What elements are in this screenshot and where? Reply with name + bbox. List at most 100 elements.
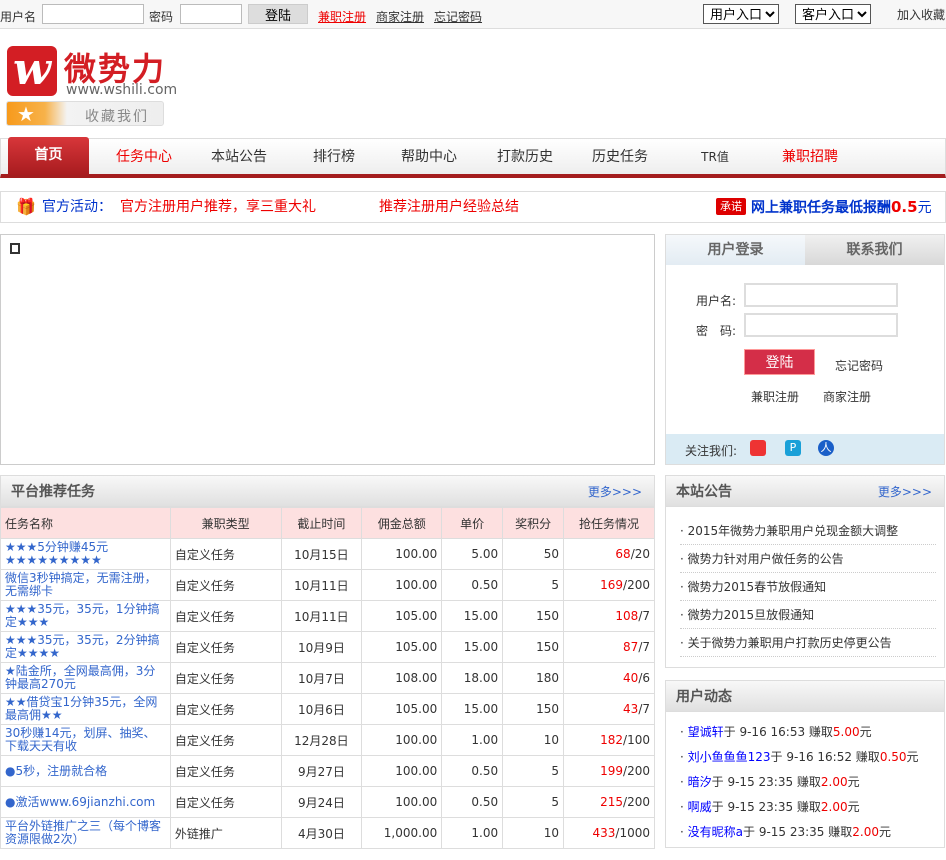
total-count: /20 <box>630 547 650 561</box>
deadline: 10月7日 <box>280 662 363 694</box>
forgot-password-link[interactable]: 忘记密码 <box>434 8 482 25</box>
renren-icon[interactable]: 人 <box>818 440 834 456</box>
unit-price: 15.00 <box>441 693 504 725</box>
tasks-more-link[interactable]: 更多>>> <box>588 476 642 508</box>
forgot-password-link[interactable]: 忘记密码 <box>835 357 883 374</box>
user-link[interactable]: 望诚轩 <box>688 725 724 739</box>
task-type: 自定义任务 <box>169 631 282 663</box>
table-row: ●5秒，注册就合格 自定义任务 9月27日 100.00 0.50 5 199/200 <box>0 755 655 787</box>
nav-ranking[interactable]: 排行榜 <box>286 139 382 175</box>
dynamics-title: 用户动态 <box>676 689 732 705</box>
top-username-input[interactable] <box>42 4 144 24</box>
notice-item[interactable]: · 微势力2015春节放假通知 <box>680 573 936 601</box>
earn-amount: 5.00 <box>832 725 860 739</box>
total-commission: 100.00 <box>361 724 443 756</box>
unit-price: 0.50 <box>441 786 504 818</box>
merchant-register-link[interactable]: 商家注册 <box>376 8 424 25</box>
total-commission: 105.00 <box>361 600 443 632</box>
activity-link[interactable]: 官方注册用户推荐，享三重大礼 <box>120 192 316 222</box>
login-username-input[interactable] <box>744 283 898 307</box>
user-entry-select[interactable]: 用户入口 <box>703 4 779 24</box>
dynamic-item: · 暗汐于 9-15 23:35 赚取2.00元 <box>680 775 860 789</box>
table-row: 微信3秒钟搞定，无需注册，无需绑卡 自定义任务 10月11日 100.00 0.50 5 1… <box>0 569 655 601</box>
notice-title[interactable]: 2015年微势力兼职用户兑现金额大调整 <box>688 524 899 538</box>
logo-icon[interactable]: w <box>7 46 57 96</box>
notice-title[interactable]: 关于微势力兼职用户打款历史停更公告 <box>688 636 892 650</box>
total-commission: 1,000.00 <box>361 817 443 849</box>
task-type: 自定义任务 <box>169 786 282 818</box>
total-count: /200 <box>623 764 650 778</box>
merchant-entry-select[interactable]: 客户入口 <box>795 4 871 24</box>
notice-item[interactable]: · 关于微势力兼职用户打款历史停更公告 <box>680 629 936 657</box>
notice-item[interactable]: · 微势力2015旦放假通知 <box>680 601 936 629</box>
nav-home[interactable]: 首页 <box>8 137 89 175</box>
notice-item[interactable]: · 微势力针对用户做任务的公告 <box>680 545 936 573</box>
total-count: /100 <box>623 733 650 747</box>
promise-text: 网上兼职任务最低报酬0.5元 <box>751 198 932 216</box>
notice-title[interactable]: 微势力针对用户做任务的公告 <box>688 552 844 566</box>
nav-task-center[interactable]: 任务中心 <box>96 139 192 175</box>
notice-title[interactable]: 微势力2015旦放假通知 <box>688 608 815 622</box>
tencent-weibo-icon[interactable]: P <box>785 440 801 456</box>
favorite-button[interactable]: ★ 收藏我们 <box>6 101 164 126</box>
login-password-input[interactable] <box>744 313 898 337</box>
part-time-register-link[interactable]: 兼职注册 <box>751 388 799 405</box>
notices-header: 本站公告 更多>>> <box>665 475 945 507</box>
table-row: ●激活www.69jianzhi.com 自定义任务 9月24日 100.00 0.50… <box>0 786 655 818</box>
reward-points: 150 <box>502 600 565 632</box>
table-row: ★★★5分钟赚45元★★★★★★★★★ 自定义任务 10月15日 100.00 5.00… <box>0 538 655 570</box>
nav-recruitment[interactable]: 兼职招聘 <box>762 139 858 175</box>
task-name-link[interactable]: 平台外链推广之三（每个博客资源限做2次） <box>0 817 171 849</box>
grabbed-count: 108 <box>615 609 639 623</box>
task-name-link[interactable]: ★陆金所，全网最高佣，3分钟最高270元 <box>0 662 171 694</box>
unit-price: 15.00 <box>441 631 504 663</box>
nav-payment-history[interactable]: 打款历史 <box>477 139 573 175</box>
user-link[interactable]: 啊威 <box>688 800 712 814</box>
top-login-button[interactable]: 登陆 <box>248 4 308 24</box>
column-header: 佣金总额 <box>361 507 443 539</box>
part-time-register-link[interactable]: 兼职注册 <box>318 8 366 25</box>
total-commission: 100.00 <box>361 538 443 570</box>
tab-user-login[interactable]: 用户登录 <box>666 235 805 265</box>
column-header: 截止时间 <box>280 507 363 539</box>
notice-title[interactable]: 微势力2015春节放假通知 <box>688 580 827 594</box>
tasks-header: 平台推荐任务 更多>>> <box>0 475 655 507</box>
banner-area <box>0 234 655 465</box>
reward-points: 5 <box>502 786 565 818</box>
dynamic-item: · 没有昵称a于 9-15 23:35 赚取2.00元 <box>680 825 891 839</box>
notices-more-link[interactable]: 更多>>> <box>878 476 932 508</box>
total-count: /6 <box>638 671 650 685</box>
user-link[interactable]: 刘小鱼鱼鱼123 <box>688 750 771 764</box>
merchant-register-link[interactable]: 商家注册 <box>823 388 871 405</box>
task-name-link[interactable]: ●5秒，注册就合格 <box>0 755 171 787</box>
total-count: /7 <box>638 702 650 716</box>
task-name-link[interactable]: ●激活www.69jianzhi.com <box>0 786 171 818</box>
user-link[interactable]: 没有昵称a <box>688 825 743 839</box>
task-name-link[interactable]: ★★★5分钟赚45元★★★★★★★★★ <box>0 538 171 570</box>
user-link[interactable]: 暗汐 <box>688 775 712 789</box>
tab-contact-us[interactable]: 联系我们 <box>805 235 944 265</box>
earn-time: 于 9-15 23:35 赚取 <box>743 825 853 839</box>
task-name-link[interactable]: ★★★35元，35元，1分钟搞定★★★ <box>0 600 171 632</box>
top-password-input[interactable] <box>180 4 242 24</box>
task-name-link[interactable]: ★★借贷宝1分钟35元，全网最高佣★★ <box>0 693 171 725</box>
task-name-link[interactable]: 微信3秒钟搞定，无需注册，无需绑卡 <box>0 569 171 601</box>
activity-link[interactable]: 推荐注册用户经验总结 <box>379 192 519 222</box>
dynamic-item: · 刘小鱼鱼鱼123于 9-16 16:52 赚取0.50元 <box>680 750 919 764</box>
notice-item[interactable]: · 2015年微势力兼职用户兑现金额大调整 <box>680 517 936 545</box>
task-type: 自定义任务 <box>169 600 282 632</box>
weibo-icon[interactable] <box>750 440 766 456</box>
task-name-link[interactable]: ★★★35元，35元，2分钟搞定★★★★ <box>0 631 171 663</box>
nav-help[interactable]: 帮助中心 <box>381 139 477 175</box>
add-favorites-link[interactable]: 加入收藏 <box>897 6 945 23</box>
login-button[interactable]: 登陆 <box>744 349 815 375</box>
earn-amount: 0.50 <box>879 750 907 764</box>
login-panel: 用户登录 联系我们 用户名: 密 码: 登陆 忘记密码 兼职注册 商家注册 关注… <box>665 234 945 465</box>
nav-announcements[interactable]: 本站公告 <box>191 139 287 175</box>
earn-time: 于 9-15 23:35 赚取 <box>711 800 821 814</box>
grabbed-count: 43 <box>623 702 639 716</box>
nav-tr-value[interactable]: TR值 <box>667 139 763 175</box>
task-name-link[interactable]: 30秒赚14元，划屏、抽奖、下载天天有收 <box>0 724 171 756</box>
nav-task-history[interactable]: 历史任务 <box>572 139 668 175</box>
deadline: 9月27日 <box>280 755 363 787</box>
